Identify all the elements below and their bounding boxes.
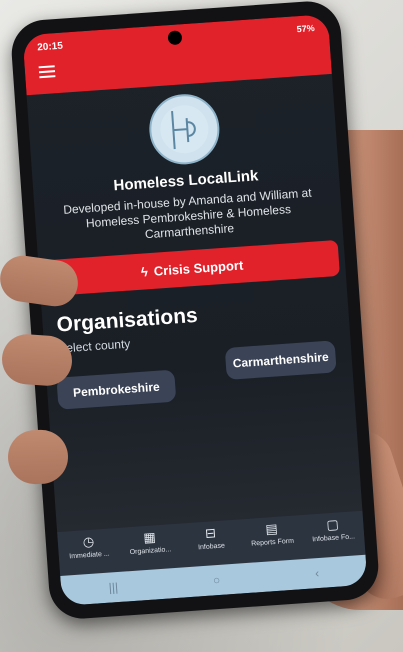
front-camera [167,30,183,46]
crisis-support-button[interactable]: ϟ Crisis Support [44,239,340,297]
lightning-icon: ϟ [140,263,149,280]
crisis-support-label: Crisis Support [153,257,244,279]
hamburger-menu-icon[interactable] [38,65,56,79]
tab-label: Infobase Fo... [312,533,356,544]
clock-icon: ◷ [82,533,95,550]
organisations-heading: Organisations [55,303,199,337]
tab-organizations[interactable]: ▦ Organizatio... [120,528,180,557]
home-button[interactable]: ○ [212,573,220,587]
phone-device: 20:15 57% Homeless LocalLink Developed i… [9,0,381,621]
county-button-carmarthenshire[interactable]: Carmarthenshire [224,340,337,380]
status-bar: 20:15 57% [22,14,332,96]
tab-label: Immediate ... [69,550,110,561]
tab-label: Infobase [197,542,226,552]
tab-immediate[interactable]: ◷ Immediate ... [59,532,119,561]
county-button-pembrokeshire[interactable]: Pembrokeshire [56,369,177,410]
phone-screen: 20:15 57% Homeless LocalLink Developed i… [22,14,368,606]
tab-infobase[interactable]: ⊟ Infobase [181,523,241,552]
building-icon: ▦ [142,529,157,546]
chat-icon: ▢ [325,516,340,533]
report-icon: ▤ [264,520,279,537]
tab-label: Organizatio... [129,546,172,557]
battery-level: 57% [296,22,315,35]
recents-button[interactable]: ||| [108,580,118,595]
tab-infobase-form[interactable]: ▢ Infobase Fo... [303,515,363,544]
back-button[interactable]: ‹ [315,566,320,580]
book-icon: ⊟ [204,525,217,541]
app-logo [147,91,222,167]
hand-finger [0,332,74,388]
tab-label: Reports Form [250,537,295,548]
status-time: 20:15 [36,40,64,54]
tab-reports-form[interactable]: ▤ Reports Form [242,519,302,548]
